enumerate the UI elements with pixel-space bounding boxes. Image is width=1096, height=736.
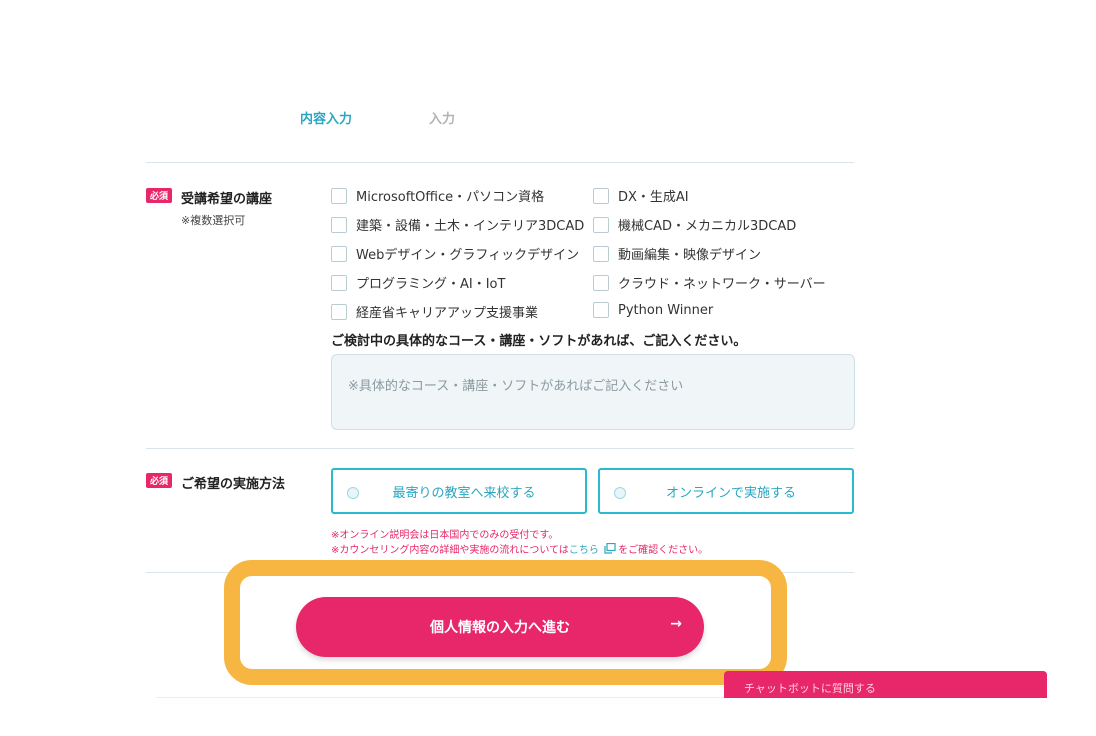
divider: [146, 448, 854, 449]
checkbox-box[interactable]: [593, 216, 609, 233]
checkbox-box[interactable]: [593, 302, 609, 318]
proceed-to-personal-info-button[interactable]: 個人情報の入力へ進む →: [296, 597, 704, 657]
checkbox-box[interactable]: [593, 274, 609, 291]
chatbot-button[interactable]: チャットボットに質問する: [724, 671, 1047, 698]
required-badge: 必須: [146, 473, 172, 488]
method-option-classroom[interactable]: 最寄りの教室へ来校する: [331, 468, 587, 514]
checkbox-box[interactable]: [593, 187, 609, 204]
counseling-note: ※カウンセリング内容の詳細や実施の流れについてはこちら をご確認ください。: [331, 542, 709, 556]
checkbox-box[interactable]: [331, 245, 347, 262]
textarea-placeholder: ※具体的なコース・講座・ソフトがあればご記入ください: [348, 379, 684, 394]
checkbox-box[interactable]: [331, 187, 347, 204]
courses-title: 受講希望の講座: [181, 192, 273, 207]
radio-icon[interactable]: [347, 487, 359, 499]
arrow-right-icon: →: [670, 616, 682, 632]
checkbox-box[interactable]: [331, 303, 347, 320]
course-checkbox[interactable]: 経産省キャリアアップ支援事業: [331, 302, 538, 321]
step-progress-fragment: [300, 96, 370, 104]
course-checkbox[interactable]: 建築・設備・土木・インテリア3DCAD: [331, 215, 584, 234]
course-checkbox[interactable]: MicrosoftOffice・パソコン資格: [331, 186, 544, 205]
details-link[interactable]: こちら: [569, 545, 599, 556]
course-checkbox[interactable]: DX・生成AI: [593, 186, 689, 205]
external-link-icon[interactable]: [604, 542, 616, 554]
course-detail-question: ご検討中の具体的なコース・講座・ソフトがあれば、ご記入ください。: [331, 334, 747, 349]
checkbox-box[interactable]: [331, 216, 347, 233]
checkbox-box[interactable]: [593, 245, 609, 262]
courses-note: ※複数選択可: [181, 214, 246, 227]
step-personal-input: 入力: [429, 112, 456, 127]
required-badge: 必須: [146, 188, 172, 203]
method-title: ご希望の実施方法: [181, 477, 286, 492]
checkbox-box[interactable]: [331, 274, 347, 291]
course-detail-textarea[interactable]: ※具体的なコース・講座・ソフトがあればご記入ください: [331, 354, 855, 430]
step-content-input: 内容入力: [300, 112, 353, 127]
course-checkbox[interactable]: 動画編集・映像デザイン: [593, 244, 761, 263]
course-checkbox[interactable]: プログラミング・AI・IoT: [331, 273, 505, 292]
course-checkbox[interactable]: 機械CAD・メカニカル3DCAD: [593, 215, 796, 234]
method-option-online[interactable]: オンラインで実施する: [598, 468, 854, 514]
course-checkbox[interactable]: Webデザイン・グラフィックデザイン: [331, 244, 579, 263]
divider: [146, 162, 854, 163]
online-note: ※オンライン説明会は日本国内でのみの受付です。: [331, 530, 559, 541]
course-checkbox[interactable]: Python Winner: [593, 302, 713, 318]
course-checkbox[interactable]: クラウド・ネットワーク・サーバー: [593, 273, 826, 292]
radio-icon[interactable]: [614, 487, 626, 499]
divider: [156, 697, 724, 698]
